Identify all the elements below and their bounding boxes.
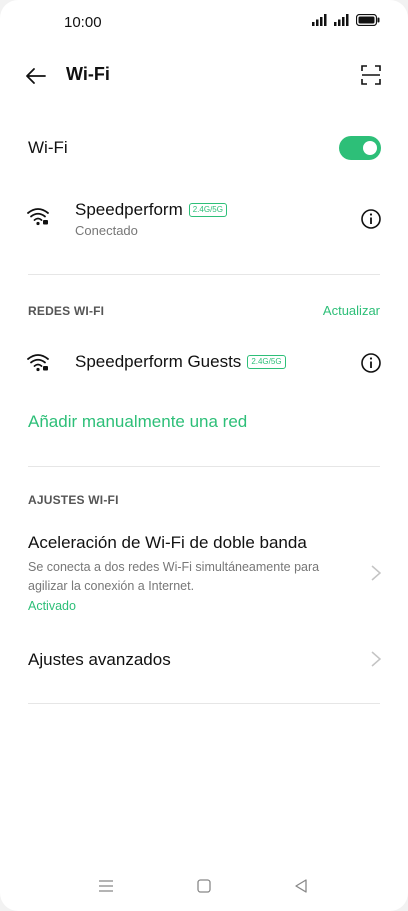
- setting-status: Activado: [28, 599, 76, 613]
- cellular-signal-icon: [334, 14, 349, 26]
- wifi-toggle-row[interactable]: Wi-Fi: [0, 130, 408, 166]
- chevron-right-icon: [371, 651, 382, 667]
- refresh-button[interactable]: Actualizar: [323, 303, 380, 318]
- advanced-settings-item[interactable]: Ajustes avanzados: [0, 640, 408, 680]
- divider: [28, 703, 380, 704]
- status-bar: 10:00: [0, 0, 408, 44]
- back-triangle-icon[interactable]: [290, 875, 312, 897]
- navigation-bar: [0, 861, 408, 911]
- network-name: Speedperform 2.4G/5G: [75, 200, 227, 220]
- wifi-toggle-switch[interactable]: [339, 136, 381, 160]
- dual-band-acceleration-item[interactable]: Aceleración de Wi-Fi de doble banda Se c…: [0, 525, 408, 620]
- page-title: Wi-Fi: [66, 64, 110, 84]
- section-header-networks: REDES WI-FI: [28, 304, 105, 318]
- info-icon[interactable]: [360, 352, 382, 374]
- setting-title: Ajustes avanzados: [28, 650, 171, 669]
- toggle-knob: [363, 141, 377, 155]
- arrow-left-icon[interactable]: [24, 64, 48, 88]
- wifi-lock-icon: [27, 208, 49, 226]
- menu-icon[interactable]: [95, 875, 117, 897]
- network-name-text: Speedperform: [75, 200, 183, 219]
- divider: [28, 274, 380, 275]
- divider: [28, 466, 380, 467]
- status-time: 10:00: [64, 14, 102, 31]
- band-badge: 2.4G/5G: [188, 203, 227, 217]
- qr-scan-icon[interactable]: [360, 64, 382, 86]
- section-header-settings: AJUSTES WI-FI: [28, 493, 119, 507]
- cellular-signal-icon: [312, 14, 327, 26]
- network-status: Conectado: [75, 223, 138, 238]
- setting-description: Se conecta a dos redes Wi-Fi simultáneam…: [28, 560, 320, 593]
- app-bar: Wi-Fi: [0, 58, 408, 94]
- setting-title: Aceleración de Wi-Fi de doble banda: [28, 533, 307, 552]
- wifi-label: Wi-Fi: [28, 138, 68, 157]
- add-network-manually-button[interactable]: Añadir manualmente una red: [28, 412, 247, 432]
- chevron-right-icon: [371, 565, 382, 581]
- band-badge: 2.4G/5G: [247, 355, 286, 369]
- battery-icon: [356, 14, 380, 26]
- connected-network-item[interactable]: Speedperform 2.4G/5G Conectado: [0, 190, 408, 246]
- wifi-lock-icon: [27, 354, 49, 372]
- status-icons: [312, 14, 380, 26]
- info-icon[interactable]: [360, 208, 382, 230]
- network-name-text: Speedperform Guests: [75, 352, 242, 371]
- settings-screen: 10:00 Wi-Fi Wi-Fi Speedperform 2.4G/5G C…: [0, 0, 408, 911]
- home-icon[interactable]: [193, 875, 215, 897]
- network-list-item[interactable]: Speedperform Guests 2.4G/5G: [0, 338, 408, 394]
- network-name: Speedperform Guests 2.4G/5G: [75, 352, 286, 372]
